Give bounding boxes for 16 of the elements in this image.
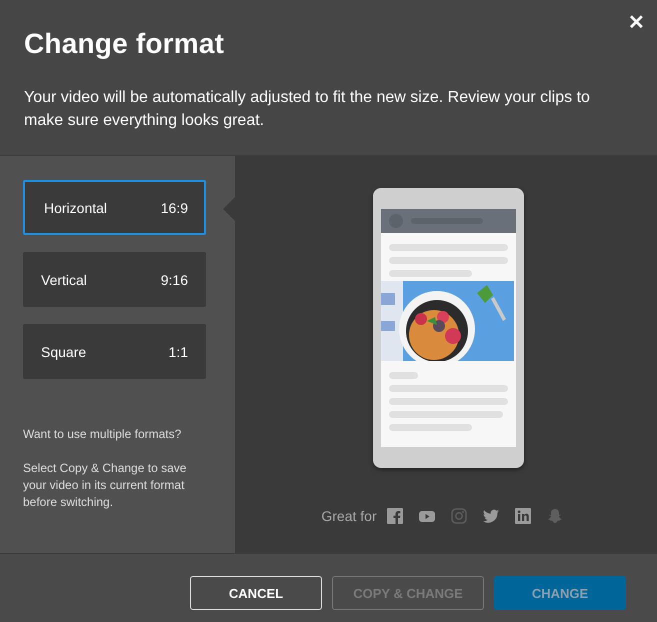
great-for-label: Great for [321,508,377,524]
hint-text: Select Copy & Change to save your video in its current format before switching. [23,460,188,511]
linkedin-icon [514,508,531,524]
close-button[interactable]: ✕ [626,8,647,37]
format-option[interactable]: Square 1:1 [23,324,206,379]
format-option[interactable]: Vertical 9:16 [23,252,206,307]
format-option[interactable]: Horizontal 16:9 [23,180,206,235]
dialog-description: Your video will be automatically adjusted to fit the new size. Review your clips to make sure everything looks great. [24,88,591,131]
bird-icon [482,508,499,524]
video-play-icon [418,508,435,524]
ghost-icon [546,508,563,524]
dialog-button[interactable]: CANCEL [190,576,322,610]
dialog-title: Change format [24,28,226,60]
facebook-icon [386,508,403,524]
hint-question: Want to use multiple formats? [23,426,182,443]
camera-icon [450,508,467,524]
